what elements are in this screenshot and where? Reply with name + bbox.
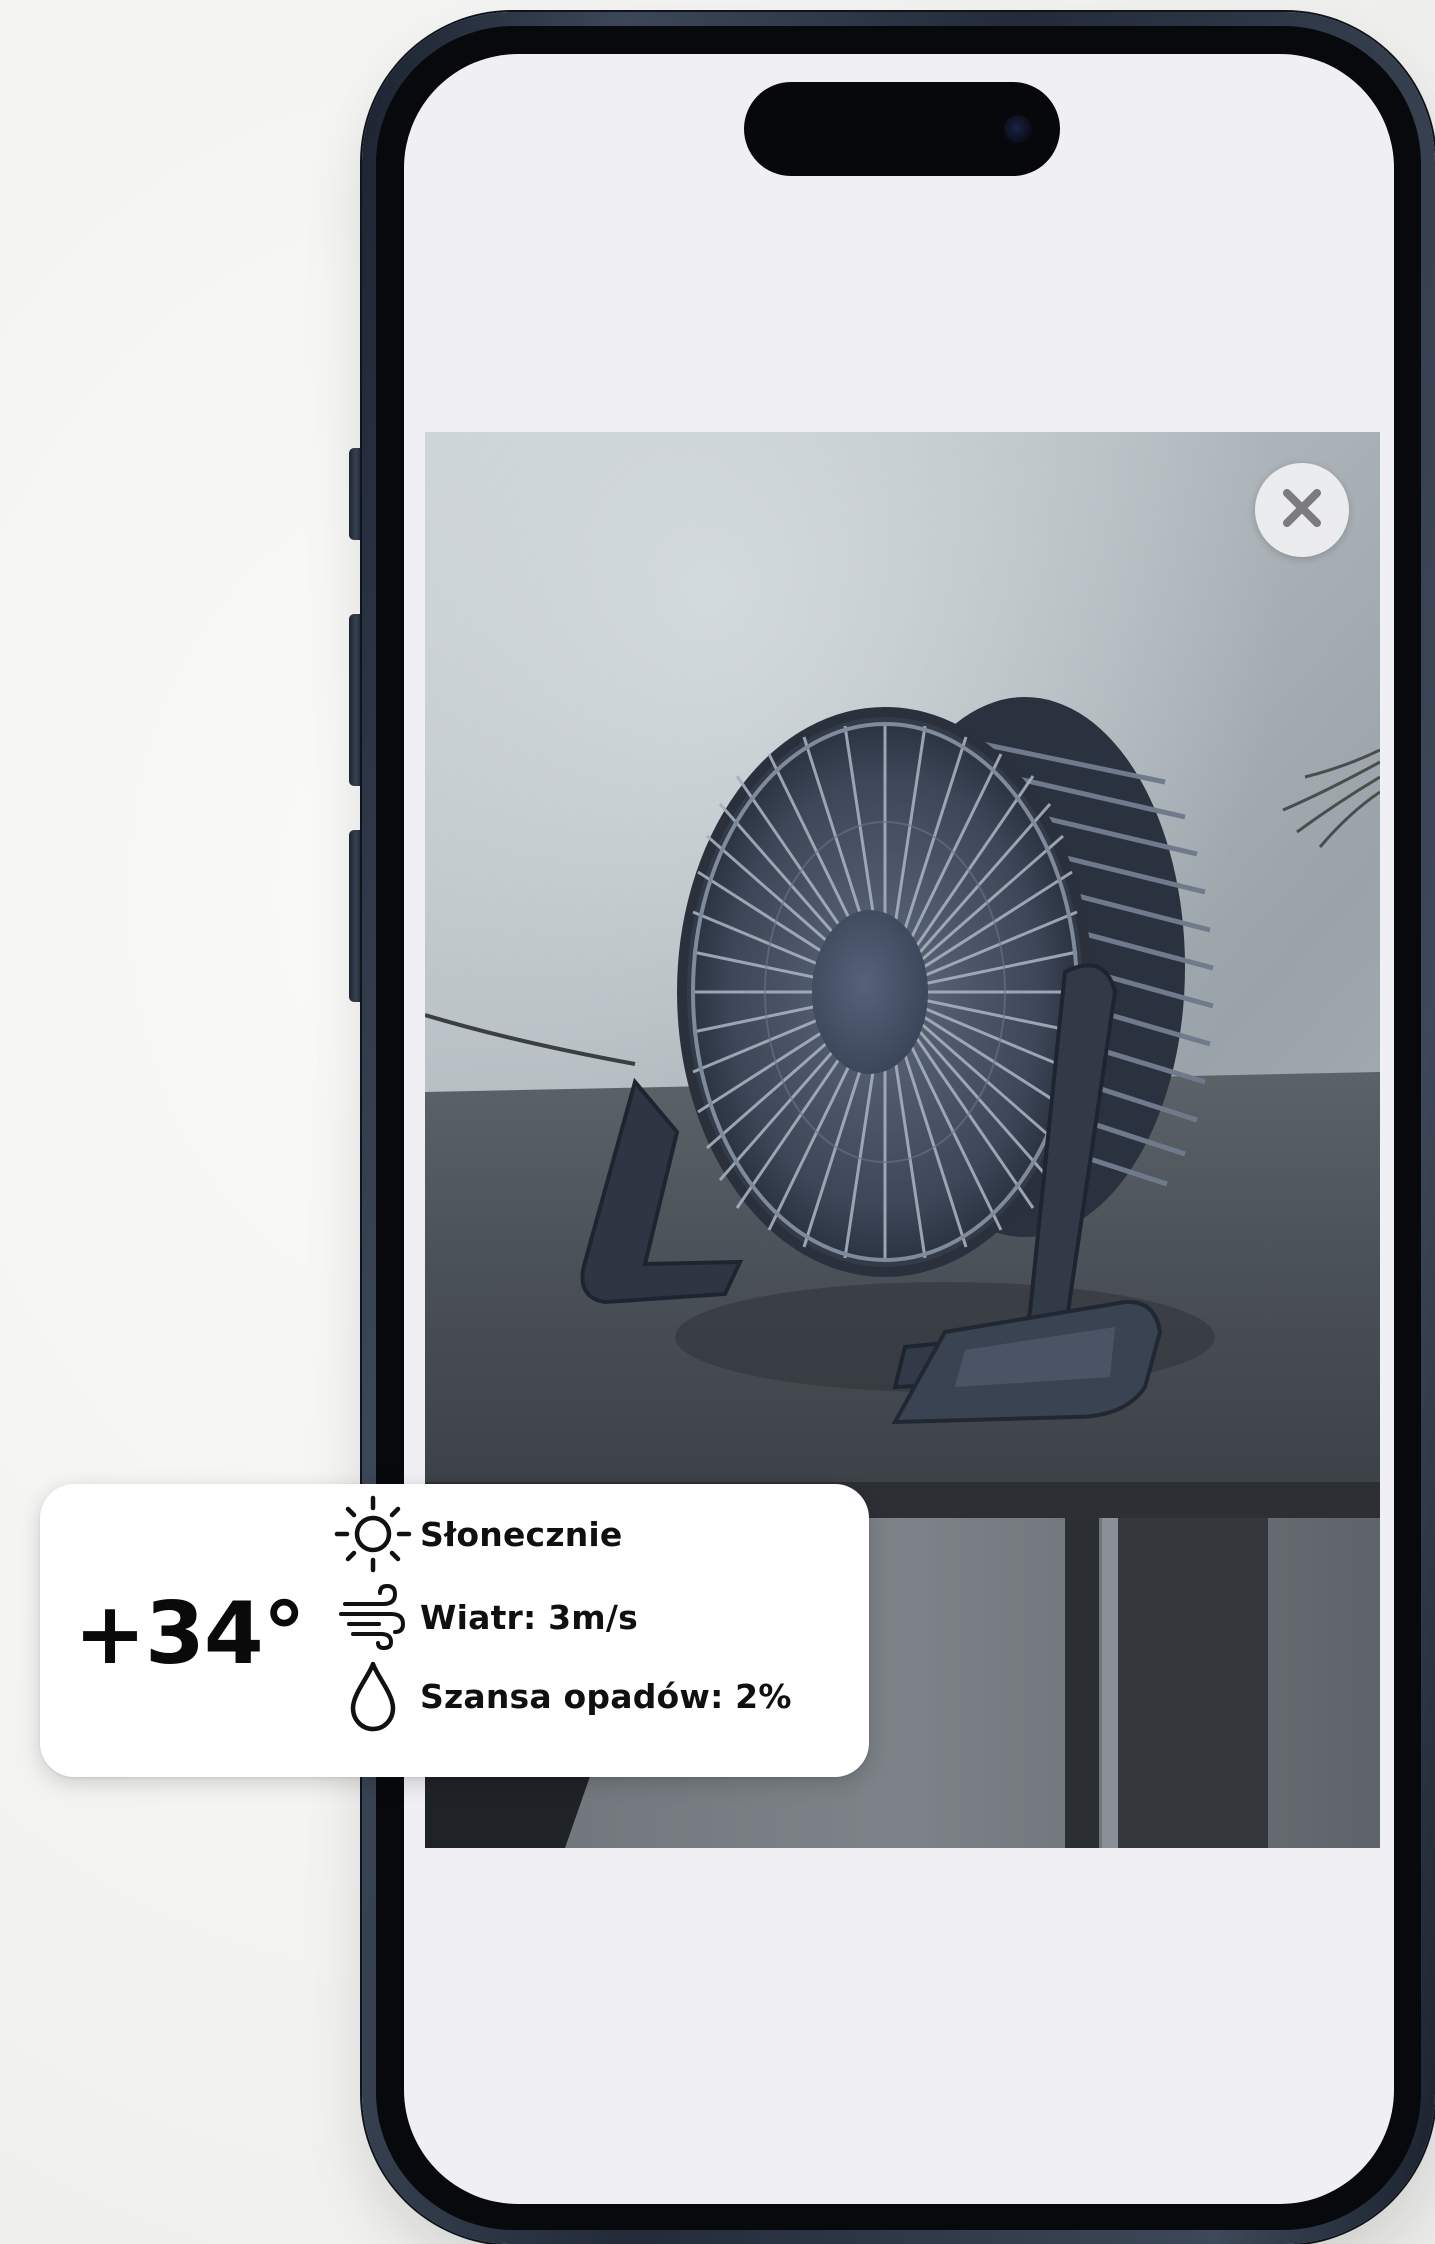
volume-down-button bbox=[349, 830, 361, 1002]
close-button[interactable] bbox=[1255, 463, 1349, 557]
wind-speed: Wiatr: 3m/s bbox=[420, 1597, 638, 1637]
temperature: +34° bbox=[74, 1584, 306, 1684]
weather-condition-row: Słonecznie bbox=[330, 1494, 623, 1574]
close-icon bbox=[1279, 485, 1325, 535]
volume-up-button bbox=[349, 614, 361, 786]
droplet-icon bbox=[330, 1656, 416, 1736]
front-camera bbox=[1004, 115, 1032, 143]
wind-icon bbox=[330, 1577, 416, 1657]
weather-condition: Słonecznie bbox=[420, 1514, 623, 1554]
wind-row: Wiatr: 3m/s bbox=[330, 1577, 638, 1657]
precipitation-chance: Szansa opadów: 2% bbox=[420, 1676, 792, 1716]
action-button bbox=[349, 448, 361, 540]
dynamic-island bbox=[744, 82, 1060, 176]
precipitation-row: Szansa opadów: 2% bbox=[330, 1656, 792, 1736]
weather-card: +34° Słonecznie Wiatr: 3m/s Szansa opadó… bbox=[40, 1484, 869, 1777]
sun-icon bbox=[330, 1494, 416, 1574]
